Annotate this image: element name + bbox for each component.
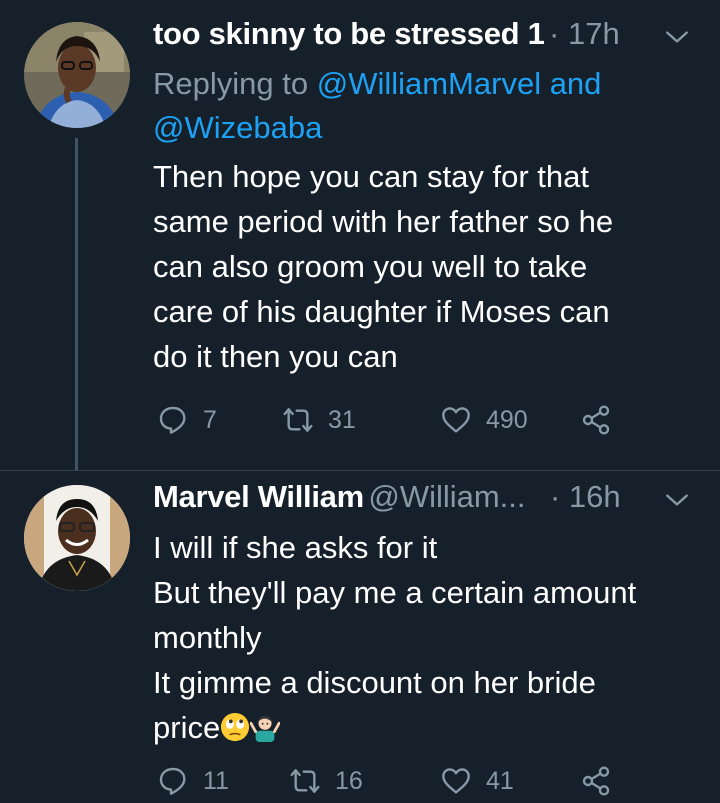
tweet-content: Marvel William @William... · 16h I will … bbox=[153, 479, 700, 750]
share-icon bbox=[582, 766, 610, 796]
chevron-down-icon[interactable] bbox=[664, 24, 690, 50]
tweet-header: Marvel William @William... · 16h bbox=[153, 479, 700, 525]
like-count: 490 bbox=[486, 405, 528, 434]
tweet-line: can also groom you well to take bbox=[153, 249, 588, 284]
heart-icon bbox=[442, 768, 470, 794]
tweet-text: I will if she asks for it But they'll pa… bbox=[153, 525, 700, 750]
reply-icon bbox=[159, 767, 186, 795]
reply-count: 7 bbox=[203, 405, 217, 434]
tweet-content: too skinny to be stressed 1 · 17h Replyi… bbox=[153, 16, 700, 379]
chevron-down-icon[interactable] bbox=[664, 487, 690, 513]
reply-icon bbox=[159, 406, 186, 434]
avatar[interactable] bbox=[24, 485, 130, 591]
mention-link[interactable]: @Wizebaba bbox=[153, 110, 322, 145]
share-button[interactable] bbox=[580, 761, 612, 801]
timestamp[interactable]: · 17h bbox=[549, 16, 620, 51]
tweet-line: same period with her father so he bbox=[153, 204, 614, 239]
retweet-button[interactable]: 16 bbox=[289, 761, 363, 801]
share-icon bbox=[582, 405, 610, 435]
tweet-header: too skinny to be stressed 1 · 17h bbox=[153, 16, 700, 62]
reply-button[interactable]: 7 bbox=[157, 400, 217, 440]
tweet-line: monthly bbox=[153, 620, 262, 655]
tweet-1[interactable]: too skinny to be stressed 1 · 17h Replyi… bbox=[0, 0, 720, 470]
tweet-line: Then hope you can stay for that bbox=[153, 159, 589, 194]
tweet-line: But they'll pay me a certain amount bbox=[153, 575, 637, 610]
display-name[interactable]: Marvel William bbox=[153, 479, 364, 514]
tweet-2[interactable]: Marvel William @William... · 16h I will … bbox=[0, 471, 720, 803]
retweet-count: 31 bbox=[328, 405, 356, 434]
heart-icon bbox=[442, 407, 470, 433]
retweet-icon bbox=[290, 769, 320, 793]
reply-count: 11 bbox=[203, 766, 229, 795]
like-count: 41 bbox=[486, 766, 514, 795]
retweet-icon bbox=[283, 408, 313, 432]
action-bar: 7 31 490 bbox=[157, 400, 627, 440]
replying-to: Replying to @WilliamMarvel and @Wizebaba bbox=[153, 62, 700, 150]
tweet-line-with-emoji: price bbox=[153, 705, 700, 750]
reply-button[interactable]: 11 bbox=[157, 761, 229, 801]
tweet-line: price bbox=[153, 710, 221, 745]
like-button[interactable]: 490 bbox=[440, 400, 528, 440]
thread-line bbox=[75, 138, 78, 470]
share-button[interactable] bbox=[580, 400, 612, 440]
mention-link[interactable]: @WilliamMarvel and bbox=[317, 66, 602, 101]
tweet-line: do it then you can bbox=[153, 339, 398, 374]
like-button[interactable]: 41 bbox=[440, 761, 514, 801]
avatar[interactable] bbox=[24, 22, 130, 128]
user-handle[interactable]: @William... bbox=[368, 479, 525, 514]
tweet-line: care of his daughter if Moses can bbox=[153, 294, 610, 329]
tweet-text: Then hope you can stay for that same per… bbox=[153, 154, 700, 379]
display-name[interactable]: too skinny to be stressed 1 bbox=[153, 16, 545, 51]
retweet-count: 16 bbox=[335, 766, 363, 795]
tweet-line: I will if she asks for it bbox=[153, 530, 438, 565]
tweet-line: It gimme a discount on her bride bbox=[153, 665, 596, 700]
retweet-button[interactable]: 31 bbox=[282, 400, 356, 440]
action-bar: 11 16 41 bbox=[157, 761, 627, 801]
face-with-rolling-eyes-icon bbox=[221, 712, 250, 742]
person-shrugging-icon bbox=[250, 715, 281, 742]
replying-prefix: Replying to bbox=[153, 66, 317, 101]
timestamp[interactable]: · 16h bbox=[550, 479, 621, 514]
